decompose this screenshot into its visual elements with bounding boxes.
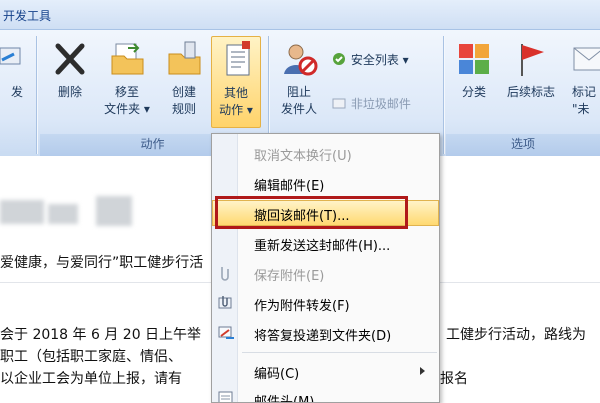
categorize-icon <box>459 44 489 74</box>
menu-item-forward-as-attachment[interactable]: 作为附件转发(F) <box>212 290 439 316</box>
block-sender-button[interactable]: 阻止 发件人 <box>274 36 324 128</box>
safe-list-label: 安全列表 ▾ <box>350 53 409 67</box>
reply-icon <box>0 47 21 65</box>
reply-button-partial[interactable]: 发 <box>0 36 28 128</box>
delete-x-icon <box>55 43 85 75</box>
menu-item-message-header[interactable]: 邮件头(M) <box>212 386 439 403</box>
blurred-sender <box>0 200 44 224</box>
menu-item-deliver-replies[interactable]: 将答复投递到文件夹(D) <box>212 320 439 346</box>
tab-developer[interactable]: 开发工具 <box>3 7 51 24</box>
email-text-line: 以企业工会为单位上报，请有 <box>0 371 182 387</box>
safe-list-button[interactable]: 安全列表 ▾ <box>331 50 409 70</box>
move-to-folder-label: 移至 文件夹 ▾ <box>104 85 150 116</box>
flag-icon <box>521 44 544 76</box>
move-to-folder-button[interactable]: 移至 文件夹 ▾ <box>98 36 156 128</box>
menu-item-label: 编码(C) <box>254 367 300 382</box>
follow-up-button[interactable]: 后续标志 <box>500 36 562 128</box>
other-actions-label: 其他 动作 ▾ <box>219 86 253 117</box>
other-actions-icon <box>226 41 250 76</box>
email-text-line: 报名 <box>440 371 468 387</box>
block-sender-label: 阻止 发件人 <box>280 85 317 116</box>
not-junk-button[interactable]: 非垃圾邮件 <box>331 94 411 114</box>
menu-item-label: 保存附件(E) <box>254 269 325 284</box>
menu-item-label: 邮件头(M) <box>254 395 315 403</box>
forward-attachment-icon <box>218 296 232 309</box>
other-actions-menu: 取消文本换行(U) 编辑邮件(E) 撤回该邮件(T)... 重新发送这封邮件(H… <box>211 133 440 403</box>
block-sender-icon <box>284 44 318 76</box>
save-attachments-icon <box>221 267 229 281</box>
menu-item-unwrap-text[interactable]: 取消文本换行(U) <box>212 140 439 166</box>
not-junk-icon <box>332 98 346 109</box>
mark-unread-label-partial: 标记 "未 <box>572 85 597 116</box>
create-rule-button[interactable]: 创建 规则 <box>159 36 209 128</box>
blurred-sender <box>48 204 78 224</box>
email-text-line: 会于 2018 年 6 月 20 日上午举 <box>0 327 202 343</box>
menu-item-label: 将答复投递到文件夹(D) <box>254 329 392 344</box>
menu-item-encoding[interactable]: 编码(C) <box>212 358 439 384</box>
mark-unread-button-partial[interactable]: 标记 "未 <box>568 36 600 128</box>
submenu-arrow-icon <box>420 367 425 375</box>
group-label-options: 选项 <box>446 134 600 156</box>
delete-button[interactable]: 删除 <box>45 36 95 128</box>
mark-unread-icon <box>573 47 600 71</box>
menu-item-resend-message[interactable]: 重新发送这封邮件(H)... <box>212 230 439 256</box>
rule-folder-icon <box>168 41 201 75</box>
categorize-label: 分类 <box>461 85 486 99</box>
ribbon-tab-strip: 开发工具 <box>0 0 600 30</box>
menu-item-label: 重新发送这封邮件(H)... <box>254 239 391 254</box>
categorize-button[interactable]: 分类 <box>449 36 499 128</box>
email-text-line: 工健步行活动，路线为 <box>446 327 586 343</box>
annotation-highlight-box <box>215 196 408 229</box>
email-subject-fragment: 爱健康，与爱同行”职工健步行活 <box>0 255 204 271</box>
deliver-replies-icon <box>218 326 234 339</box>
menu-item-edit-message[interactable]: 编辑邮件(E) <box>212 170 439 196</box>
menu-separator <box>242 352 437 353</box>
delete-label: 删除 <box>57 85 82 99</box>
menu-item-label: 作为附件转发(F) <box>254 299 350 314</box>
follow-up-label: 后续标志 <box>506 85 555 99</box>
menu-item-label: 取消文本换行(U) <box>254 149 352 164</box>
not-junk-label: 非垃圾邮件 <box>350 97 411 111</box>
move-folder-icon <box>111 43 144 75</box>
message-header-icon <box>218 391 233 402</box>
menu-item-label: 编辑邮件(E) <box>254 179 325 194</box>
menu-item-save-attachments[interactable]: 保存附件(E) <box>212 260 439 286</box>
other-actions-button[interactable]: 其他 动作 ▾ <box>211 36 261 128</box>
safe-list-icon <box>333 53 345 65</box>
separator <box>443 36 444 154</box>
blurred-sender <box>96 196 132 226</box>
email-text-line: 职工（包括职工家庭、情侣、 <box>0 349 182 365</box>
create-rule-label: 创建 规则 <box>171 85 196 116</box>
separator <box>36 36 37 154</box>
